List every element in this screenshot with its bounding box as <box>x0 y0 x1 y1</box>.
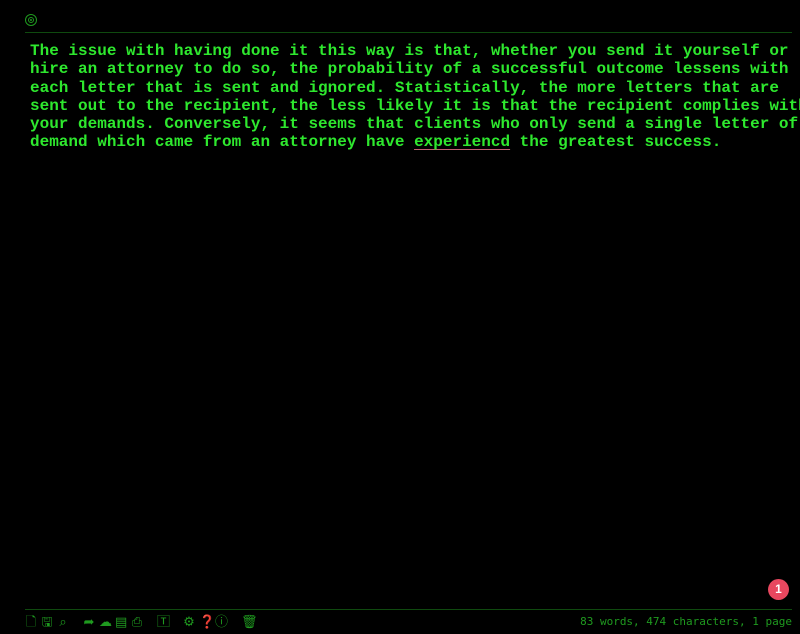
toolbar: 🗋 🖫 ⌕ ➦ ☁ ▤ ⎙ 🅃 ⚙ ❓ ⓘ 🗑 <box>25 614 258 630</box>
bottom-divider <box>25 609 792 610</box>
new-file-icon[interactable]: 🗋 <box>25 616 37 629</box>
text-editor[interactable]: The issue with having done it this way i… <box>30 42 800 152</box>
pdf-icon[interactable]: ▤ <box>115 616 127 629</box>
text-line: demand which came from an attorney have … <box>30 133 790 151</box>
text-line: The issue with having done it this way i… <box>30 42 789 60</box>
text-line: each letter that is sent and ignored. St… <box>30 78 779 97</box>
text-segment: the greatest success. <box>510 133 722 152</box>
notification-badge[interactable]: 1 <box>768 579 789 600</box>
info-icon[interactable]: ⓘ <box>215 616 228 629</box>
cloud-download-icon[interactable]: ☁ <box>99 616 112 629</box>
text-line: sent out to the recipient, the less like… <box>30 96 800 115</box>
app-logo-icon[interactable] <box>25 14 37 26</box>
trash-icon[interactable]: 🗑 <box>241 616 258 629</box>
save-icon[interactable]: 🖫 <box>41 616 53 629</box>
print-icon[interactable]: ⎙ <box>131 616 143 629</box>
top-divider <box>25 32 792 33</box>
help-icon[interactable]: ❓ <box>199 616 215 629</box>
misspelled-word[interactable]: experiencd <box>414 133 510 151</box>
settings-icon[interactable]: ⚙ <box>183 616 195 629</box>
text-line: your demands. Conversely, it seems that … <box>30 115 799 134</box>
text-segment: demand which came from an attorney have <box>30 133 415 152</box>
search-icon[interactable]: ⌕ <box>57 616 69 629</box>
document-stats: 83 words, 474 characters, 1 page <box>580 615 792 628</box>
text-line: hire an attorney to do so, the probabili… <box>30 60 789 79</box>
text-format-icon[interactable]: 🅃 <box>157 616 170 629</box>
share-icon[interactable]: ➦ <box>83 616 95 629</box>
